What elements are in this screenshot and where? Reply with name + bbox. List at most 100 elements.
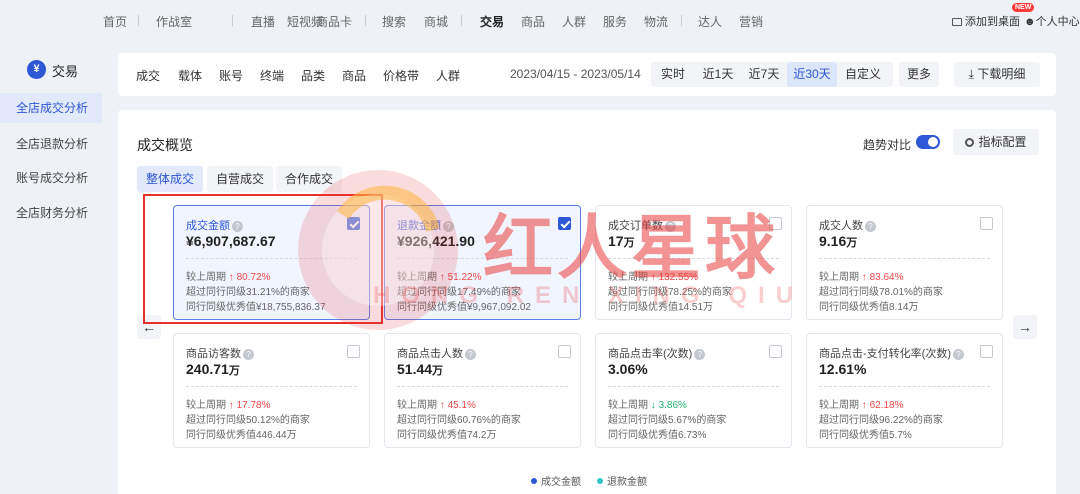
metric-checkbox[interactable] xyxy=(347,217,360,230)
carousel-next-button[interactable]: → xyxy=(1013,315,1037,339)
nav-mall[interactable]: 商城 xyxy=(424,13,448,30)
metric-card[interactable]: 成交金额? ¥6,907,687.67 较上周期 ↑ 80.72% 超过同行同级31.… xyxy=(173,205,370,320)
nav-trade[interactable]: 交易 xyxy=(480,13,504,30)
metric-peer-excellent: 同行同级优秀值74.2万 xyxy=(397,430,497,441)
metric-checkbox[interactable] xyxy=(769,217,782,230)
metric-peer-excellent: 同行同级优秀值6.73% xyxy=(608,430,707,441)
metric-title-text: 商品点击人数 xyxy=(397,348,463,360)
metric-config-button[interactable]: 指标配置 xyxy=(953,129,1039,155)
metric-checkbox[interactable] xyxy=(558,217,571,230)
metric-card[interactable]: 成交人数? 9.16万 较上周期 ↑ 83.64% 超过同行同级78.01%的商家 同行… xyxy=(806,205,1003,320)
metric-compare-line: 较上周期 ↑ 80.72% xyxy=(186,268,270,283)
metric-checkbox[interactable] xyxy=(980,217,993,230)
help-icon[interactable]: ? xyxy=(953,349,964,360)
metric-card[interactable]: 退款金额? ¥926,421.90 较上周期 ↑ 51.22% 超过同行同级17.49… xyxy=(384,205,581,320)
user-center-label: 个人中心 xyxy=(1035,16,1080,28)
compare-change: ↑ 62.18% xyxy=(862,400,904,411)
monitor-icon xyxy=(952,18,962,26)
nav-live[interactable]: 直播 xyxy=(251,13,275,30)
add-to-desktop-link[interactable]: 添加到桌面 xyxy=(952,13,1020,29)
help-icon[interactable]: ? xyxy=(243,349,254,360)
subtab-overall-trade[interactable]: 整体成交 xyxy=(137,166,204,192)
nav-crowd[interactable]: 人群 xyxy=(562,13,586,30)
metric-card[interactable]: 商品点击率(次数)? 3.06% 较上周期 ↓ 3.86% 超过同行同级5.67%的商… xyxy=(595,333,792,448)
period-30-days[interactable]: 近30天 xyxy=(787,62,837,87)
metric-peer-excellent: 同行同级优秀值8.14万 xyxy=(819,302,919,313)
help-icon[interactable]: ? xyxy=(865,221,876,232)
metric-title: 商品访客数? xyxy=(186,345,254,361)
nav-service[interactable]: 服务 xyxy=(603,13,627,30)
date-range[interactable]: 2023/04/15 - 2023/05/14 xyxy=(510,67,641,81)
metric-compare-line: 较上周期 ↑ 62.18% xyxy=(819,396,903,411)
metric-card[interactable]: 商品点击人数? 51.44万 较上周期 ↑ 45.1% 超过同行同级60.76%的商家… xyxy=(384,333,581,448)
metric-value: ¥926,421.90 xyxy=(397,233,475,249)
nav-search[interactable]: 搜索 xyxy=(382,13,406,30)
trade-overview-panel: 成交概览 趋势对比 指标配置 整体成交 自营成交 合作成交 ← → 成交金额? ¥… xyxy=(118,110,1056,494)
sidebar-item-store-refund-analysis[interactable]: 全店退款分析 xyxy=(0,129,102,159)
arrow-up-icon: ↑ xyxy=(439,272,445,283)
metric-card[interactable]: 商品点击-支付转化率(次数)? 12.61% 较上周期 ↑ 62.18% 超过同行同级… xyxy=(806,333,1003,448)
metric-checkbox[interactable] xyxy=(558,345,571,358)
sidebar-item-account-trade-analysis[interactable]: 账号成交分析 xyxy=(0,163,102,193)
nav-logistics[interactable]: 物流 xyxy=(644,13,668,30)
arrow-up-icon: ↑ xyxy=(228,272,234,283)
filter-tab-category[interactable]: 品类 xyxy=(301,67,325,84)
metric-peer-rank: 超过同行同级50.12%的商家 xyxy=(186,415,310,426)
metric-config-label: 指标配置 xyxy=(978,135,1027,149)
nav-war-room[interactable]: 作战室 xyxy=(156,13,192,30)
filter-tab-price-band[interactable]: 价格带 xyxy=(383,67,419,84)
legend-label: 成交金额 xyxy=(541,477,581,488)
user-center-link[interactable]: ☻个人中心 xyxy=(1024,13,1080,29)
subtab-self-operated-trade[interactable]: 自营成交 xyxy=(207,166,274,192)
user-icon: ☻ xyxy=(1024,16,1036,28)
help-icon[interactable]: ? xyxy=(665,221,676,232)
metric-title-text: 退款金额 xyxy=(397,220,441,232)
period-custom[interactable]: 自定义 xyxy=(837,62,889,87)
help-icon[interactable]: ? xyxy=(232,221,243,232)
filter-tab-crowd[interactable]: 人群 xyxy=(436,67,460,84)
subtab-cooperative-trade[interactable]: 合作成交 xyxy=(276,166,343,192)
help-icon[interactable]: ? xyxy=(443,221,454,232)
filter-tab-account[interactable]: 账号 xyxy=(219,67,243,84)
carousel-prev-button[interactable]: ← xyxy=(137,315,161,339)
new-badge: NEW xyxy=(1012,3,1035,12)
metric-checkbox[interactable] xyxy=(769,345,782,358)
metric-value-number: 240.71 xyxy=(186,361,229,377)
metric-value-number: 3.06% xyxy=(608,361,648,377)
nav-product-card[interactable]: 商品卡 xyxy=(316,13,352,30)
filter-tab-terminal[interactable]: 终端 xyxy=(260,67,284,84)
metric-card[interactable]: 商品访客数? 240.71万 较上周期 ↑ 17.78% 超过同行同级50.12%的商… xyxy=(173,333,370,448)
more-button[interactable]: 更多 xyxy=(899,62,939,87)
nav-product[interactable]: 商品 xyxy=(521,13,545,30)
filter-bar: 成交 载体 账号 终端 品类 商品 价格带 人群 2023/04/15 - 20… xyxy=(118,53,1056,96)
arrow-up-icon: ↑ xyxy=(228,400,234,411)
period-realtime[interactable]: 实时 xyxy=(651,62,695,87)
filter-tab-product[interactable]: 商品 xyxy=(342,67,366,84)
metric-value-number: ¥926,421.90 xyxy=(397,233,475,249)
panel-title: 成交概览 xyxy=(137,137,193,153)
help-icon[interactable]: ? xyxy=(694,349,706,360)
metric-title: 商品点击-支付转化率(次数)? xyxy=(819,345,964,361)
metric-checkbox[interactable] xyxy=(980,345,993,358)
help-icon[interactable]: ? xyxy=(465,349,476,360)
nav-influencer[interactable]: 达人 xyxy=(698,13,722,30)
metric-peer-excellent: 同行同级优秀值¥18,755,836.37 xyxy=(186,302,326,313)
compare-change: ↑ 51.22% xyxy=(440,272,482,283)
sidebar-item-store-trade-analysis[interactable]: 全店成交分析 xyxy=(0,93,102,123)
period-7-days[interactable]: 近7天 xyxy=(741,62,787,87)
metric-checkbox[interactable] xyxy=(347,345,360,358)
filter-tab-carrier[interactable]: 载体 xyxy=(178,67,202,84)
period-1-day[interactable]: 近1天 xyxy=(695,62,741,87)
nav-home[interactable]: 首页 xyxy=(103,13,127,30)
nav-marketing[interactable]: 营销 xyxy=(739,13,763,30)
download-details-button[interactable]: ⤓ 下载明细 xyxy=(954,62,1040,87)
metric-divider xyxy=(819,386,990,387)
metric-card[interactable]: 成交订单数? 17万 较上周期 ↑ 132.55% 超过同行同级78.25%的商家 同行… xyxy=(595,205,792,320)
sidebar-item-store-finance-analysis[interactable]: 全店财务分析 xyxy=(0,198,102,228)
filter-tab-trade[interactable]: 成交 xyxy=(136,67,160,84)
metric-title-text: 成交人数 xyxy=(819,220,863,232)
metric-value-number: 12.61% xyxy=(819,361,867,377)
trend-compare-toggle[interactable] xyxy=(916,135,940,149)
metric-compare-line: 较上周期 ↑ 51.22% xyxy=(397,268,481,283)
legend-item-trade-amount: 成交金额 xyxy=(531,473,581,488)
